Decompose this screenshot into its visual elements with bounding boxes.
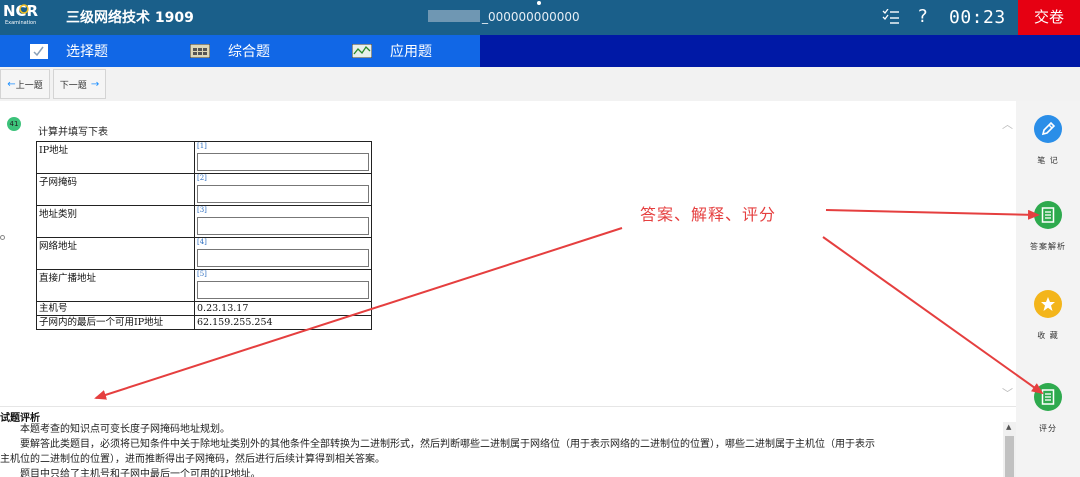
answer-input-1[interactable] (197, 153, 369, 171)
answer-cell: [3] (194, 205, 372, 238)
previous-label: 上一题 (15, 80, 43, 91)
answer-table: IP地址 [1] 子网掩码 [2] 地址类别 [3] 网络地址 [4] 直接广播… (36, 141, 372, 330)
favorite-label: 收 藏 (1037, 331, 1059, 340)
analysis-line: 主机位的二进制位的位置），进而推断得出子网掩码，然后进行后续计算得到相关答案。 (0, 454, 385, 465)
blank-index: [2] (197, 174, 207, 182)
bullet-marker (0, 235, 5, 240)
logo-subtext: Examination (5, 20, 36, 26)
analysis-line: 要解答此类题目，必须将已知条件中关于除地址类别外的其他条件全部转换为二进制形式，… (20, 439, 875, 450)
account-id: _000000000000 (428, 10, 580, 24)
answer-input-4[interactable] (197, 249, 369, 267)
question-number-badge: 41 (7, 117, 21, 131)
scroll-up-arrow-icon[interactable]: ▲ (1006, 423, 1011, 431)
given-value: 62.159.255.254 (194, 315, 372, 330)
chevron-up-icon[interactable]: ︿ (1002, 116, 1013, 132)
next-question-button[interactable]: 下一题 → (53, 69, 106, 99)
document-icon (1034, 201, 1062, 229)
grid-icon (190, 44, 210, 58)
row-label: 子网掩码 (36, 173, 195, 206)
arrow-right-icon: → (90, 78, 100, 90)
table-row: 直接广播地址 [5] (36, 269, 372, 302)
ncr-logo: NCR Examination (2, 0, 48, 26)
redacted-name (428, 10, 480, 22)
top-bar: NCR Examination 三级网络技术 1909 _00000000000… (0, 0, 1080, 35)
document-icon (1034, 383, 1062, 411)
row-label: 子网内的最后一个可用IP地址 (36, 315, 195, 330)
notes-label: 笔 记 (1037, 156, 1059, 165)
pencil-icon (1034, 115, 1062, 143)
scrollbar-thumb[interactable] (1005, 436, 1014, 477)
answer-cell: [5] (194, 269, 372, 302)
annotation-label: 答案、解释、评分 (640, 205, 777, 224)
given-value: 0.23.13.17 (194, 301, 372, 316)
table-row: 地址类别 [3] (36, 205, 372, 238)
tools-sidebar: 笔 记 答案解析 收 藏 评分 (1016, 101, 1080, 477)
question-list-icon[interactable] (882, 9, 900, 25)
exam-timer: 00:23 (949, 7, 1006, 28)
answer-cell: [1] (194, 141, 372, 174)
tab-label: 综合题 (228, 44, 270, 60)
tab-comprehensive[interactable]: 综合题 (190, 35, 270, 67)
score-label: 评分 (1039, 424, 1057, 433)
app-title: 三级网络技术 1909 (66, 10, 194, 26)
answer-cell: [2] (194, 173, 372, 206)
row-label: 地址类别 (36, 205, 195, 238)
row-label: IP地址 (36, 141, 195, 174)
tab-label: 应用题 (390, 44, 432, 60)
star-icon (1034, 290, 1062, 318)
answer-analysis-label: 答案解析 (1030, 242, 1066, 251)
chevron-down-icon[interactable]: ﹀ (1002, 385, 1013, 401)
blank-index: [4] (197, 238, 207, 246)
question-panel: 41 计算并填写下表 ︿ ﹀ IP地址 [1] 子网掩码 [2] 地址类别 [3… (0, 101, 1016, 406)
table-row: 子网内的最后一个可用IP地址 62.159.255.254 (36, 315, 372, 330)
answer-analysis-button[interactable]: 答案解析 (1016, 201, 1080, 252)
analysis-scrollbar[interactable]: ▲ (1003, 422, 1016, 477)
answer-input-2[interactable] (197, 185, 369, 203)
status-dot (537, 1, 541, 5)
analysis-line: 题目中只给了主机号和子网中最后一个可用的IP地址。 (20, 469, 261, 477)
question-prompt: 计算并填写下表 (38, 127, 108, 138)
row-label: 网络地址 (36, 237, 195, 270)
analysis-panel: 试题评析 本题考查的知识点可变长度子网掩码地址规划。 要解答此类题目，必须将已知… (0, 406, 1016, 477)
line-chart-icon (352, 44, 372, 58)
analysis-text: 本题考查的知识点可变长度子网掩码地址规划。 要解答此类题目，必须将已知条件中关于… (0, 422, 1002, 477)
analysis-line: 本题考查的知识点可变长度子网掩码地址规划。 (20, 424, 230, 435)
row-label: 直接广播地址 (36, 269, 195, 302)
blank-index: [5] (197, 270, 207, 278)
tab-label: 选择题 (66, 44, 108, 60)
previous-question-button[interactable]: ← 上一题 (0, 69, 50, 99)
account-suffix: _000000000000 (482, 10, 580, 24)
table-row: 主机号 0.23.13.17 (36, 301, 372, 316)
answer-input-3[interactable] (197, 217, 369, 235)
score-button[interactable]: 评分 (1016, 383, 1080, 434)
table-row: IP地址 [1] (36, 141, 372, 174)
checklist-icon (30, 43, 48, 59)
blank-index: [1] (197, 142, 207, 150)
blank-index: [3] (197, 206, 207, 214)
tab-multiple-choice[interactable]: 选择题 (30, 35, 108, 67)
row-label: 主机号 (36, 301, 195, 316)
tab-application[interactable]: 应用题 (352, 35, 432, 67)
exam-app: NCR Examination 三级网络技术 1909 _00000000000… (0, 0, 1080, 477)
arrow-left-icon: ← (7, 78, 16, 90)
section-tab-bar: 选择题 综合题 应用题 (0, 35, 1080, 67)
answer-cell: [4] (194, 237, 372, 270)
table-row: 子网掩码 [2] (36, 173, 372, 206)
favorite-button[interactable]: 收 藏 (1016, 290, 1080, 341)
question-nav-bar: ← 上一题 下一题 → (0, 67, 1080, 101)
table-row: 网络地址 [4] (36, 237, 372, 270)
submit-exam-button[interactable]: 交卷 (1018, 0, 1080, 35)
next-label: 下一题 (59, 80, 87, 91)
notes-button[interactable]: 笔 记 (1016, 115, 1080, 166)
help-icon[interactable]: ? (918, 6, 928, 27)
answer-input-5[interactable] (197, 281, 369, 299)
